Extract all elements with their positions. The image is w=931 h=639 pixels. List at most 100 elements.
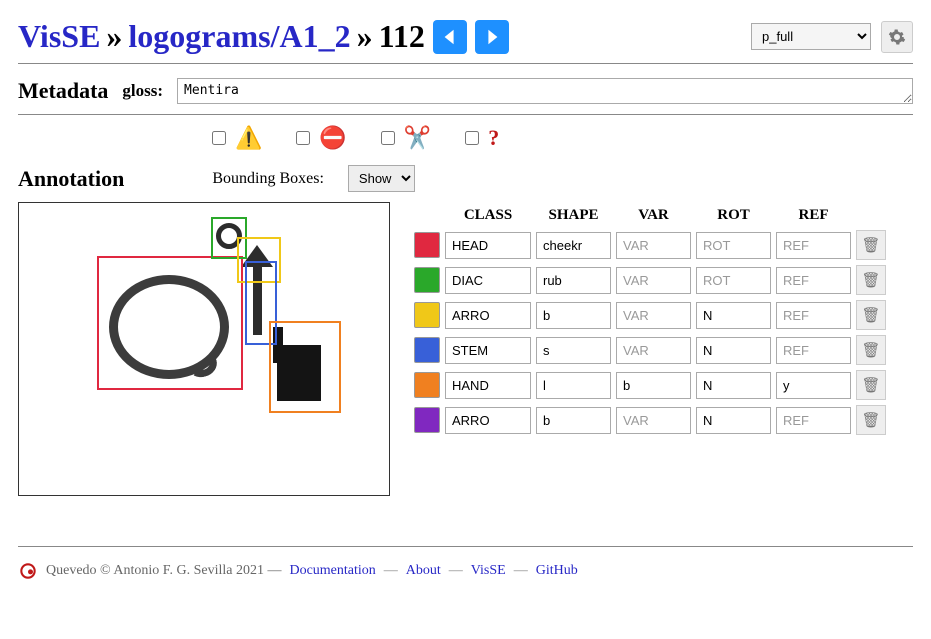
sketch-arrow xyxy=(241,245,273,267)
sketch-stem xyxy=(253,267,262,335)
bbox-label: Bounding Boxes: xyxy=(212,170,324,188)
table-row: 🗑 xyxy=(413,299,887,331)
annotation-title: Annotation xyxy=(18,166,124,192)
footer-docs-link[interactable]: Documentation xyxy=(289,563,375,579)
next-button[interactable] xyxy=(475,20,509,54)
flag-warning-checkbox[interactable] xyxy=(212,131,226,145)
color-swatch[interactable] xyxy=(414,302,440,328)
flag-cut[interactable]: ✂️ xyxy=(377,125,431,151)
breadcrumb-path[interactable]: logograms/A1_2 xyxy=(128,18,350,55)
sketch-hand xyxy=(277,345,321,401)
trash-icon: 🗑 xyxy=(861,271,880,289)
col-rot: ROT xyxy=(695,205,772,226)
var-input[interactable] xyxy=(616,372,691,399)
class-input[interactable] xyxy=(445,302,531,329)
shape-input[interactable] xyxy=(536,407,611,434)
gloss-input[interactable] xyxy=(177,78,913,104)
shape-input[interactable] xyxy=(536,372,611,399)
arrow-left-icon xyxy=(441,28,459,46)
ref-input[interactable] xyxy=(776,267,851,294)
ref-input[interactable] xyxy=(776,407,851,434)
flag-question-checkbox[interactable] xyxy=(465,131,479,145)
delete-row-button[interactable]: 🗑 xyxy=(856,370,886,400)
class-input[interactable] xyxy=(445,337,531,364)
var-input[interactable] xyxy=(616,232,691,259)
col-shape: SHAPE xyxy=(535,205,612,226)
table-row: 🗑 xyxy=(413,369,887,401)
trash-icon: 🗑 xyxy=(861,376,880,394)
warning-icon: ⚠️ xyxy=(235,125,262,151)
bbox-select[interactable]: Show xyxy=(348,165,415,192)
table-row: 🗑 xyxy=(413,334,887,366)
class-input[interactable] xyxy=(445,267,531,294)
footer: Quevedo © Antonio F. G. Sevilla 2021 — D… xyxy=(18,546,913,581)
rot-input[interactable] xyxy=(696,407,771,434)
delete-row-button[interactable]: 🗑 xyxy=(856,300,886,330)
rot-input[interactable] xyxy=(696,302,771,329)
footer-copyright: Quevedo © Antonio F. G. Sevilla 2021 — xyxy=(46,563,281,579)
metadata-title: Metadata xyxy=(18,78,108,104)
var-input[interactable] xyxy=(616,337,691,364)
col-var: VAR xyxy=(615,205,692,226)
breadcrumb-sep: » xyxy=(357,18,373,55)
shape-input[interactable] xyxy=(536,267,611,294)
class-input[interactable] xyxy=(445,232,531,259)
breadcrumb: VisSE » logograms/A1_2 » 112 xyxy=(18,18,509,55)
delete-row-button[interactable]: 🗑 xyxy=(856,335,886,365)
color-swatch[interactable] xyxy=(414,232,440,258)
class-input[interactable] xyxy=(445,372,531,399)
delete-row-button[interactable]: 🗑 xyxy=(856,265,886,295)
ref-input[interactable] xyxy=(776,302,851,329)
view-select[interactable]: p_full xyxy=(751,23,871,50)
flags-row: ⚠️ ⛔ ✂️ ? xyxy=(18,115,913,155)
delete-row-button[interactable]: 🗑 xyxy=(856,230,886,260)
footer-github-link[interactable]: GitHub xyxy=(536,563,578,579)
footer-visse-link[interactable]: VisSE xyxy=(471,563,506,579)
trash-icon: 🗑 xyxy=(861,341,880,359)
question-icon: ? xyxy=(488,125,499,151)
color-swatch[interactable] xyxy=(414,407,440,433)
annotation-canvas[interactable] xyxy=(18,202,390,496)
ref-input[interactable] xyxy=(776,232,851,259)
trash-icon: 🗑 xyxy=(861,306,880,324)
flag-warning[interactable]: ⚠️ xyxy=(208,125,262,151)
sketch-diac xyxy=(216,223,242,249)
col-ref: REF xyxy=(775,205,852,226)
ref-input[interactable] xyxy=(776,372,851,399)
scissors-icon: ✂️ xyxy=(404,125,431,151)
breadcrumb-sep: » xyxy=(106,18,122,55)
shape-input[interactable] xyxy=(536,302,611,329)
flag-cut-checkbox[interactable] xyxy=(381,131,395,145)
prev-button[interactable] xyxy=(433,20,467,54)
gloss-label: gloss: xyxy=(122,81,163,101)
rot-input[interactable] xyxy=(696,337,771,364)
shape-input[interactable] xyxy=(536,232,611,259)
ref-input[interactable] xyxy=(776,337,851,364)
breadcrumb-home[interactable]: VisSE xyxy=(18,18,100,55)
var-input[interactable] xyxy=(616,302,691,329)
annotation-table: CLASS SHAPE VAR ROT REF 🗑 🗑 🗑 🗑 🗑 🗑 xyxy=(410,202,890,439)
flag-noentry-checkbox[interactable] xyxy=(296,131,310,145)
var-input[interactable] xyxy=(616,407,691,434)
trash-icon: 🗑 xyxy=(861,236,880,254)
rot-input[interactable] xyxy=(696,232,771,259)
settings-button[interactable] xyxy=(881,21,913,53)
rot-input[interactable] xyxy=(696,267,771,294)
var-input[interactable] xyxy=(616,267,691,294)
gear-icon xyxy=(888,28,906,46)
color-swatch[interactable] xyxy=(414,372,440,398)
arrow-right-icon xyxy=(483,28,501,46)
flag-question[interactable]: ? xyxy=(461,125,499,151)
table-row: 🗑 xyxy=(413,404,887,436)
delete-row-button[interactable]: 🗑 xyxy=(856,405,886,435)
col-class: CLASS xyxy=(444,205,532,226)
class-input[interactable] xyxy=(445,407,531,434)
footer-about-link[interactable]: About xyxy=(406,563,441,579)
quevedo-logo-icon xyxy=(18,561,38,581)
shape-input[interactable] xyxy=(536,337,611,364)
color-swatch[interactable] xyxy=(414,337,440,363)
color-swatch[interactable] xyxy=(414,267,440,293)
rot-input[interactable] xyxy=(696,372,771,399)
table-row: 🗑 xyxy=(413,264,887,296)
flag-noentry[interactable]: ⛔ xyxy=(292,125,346,151)
